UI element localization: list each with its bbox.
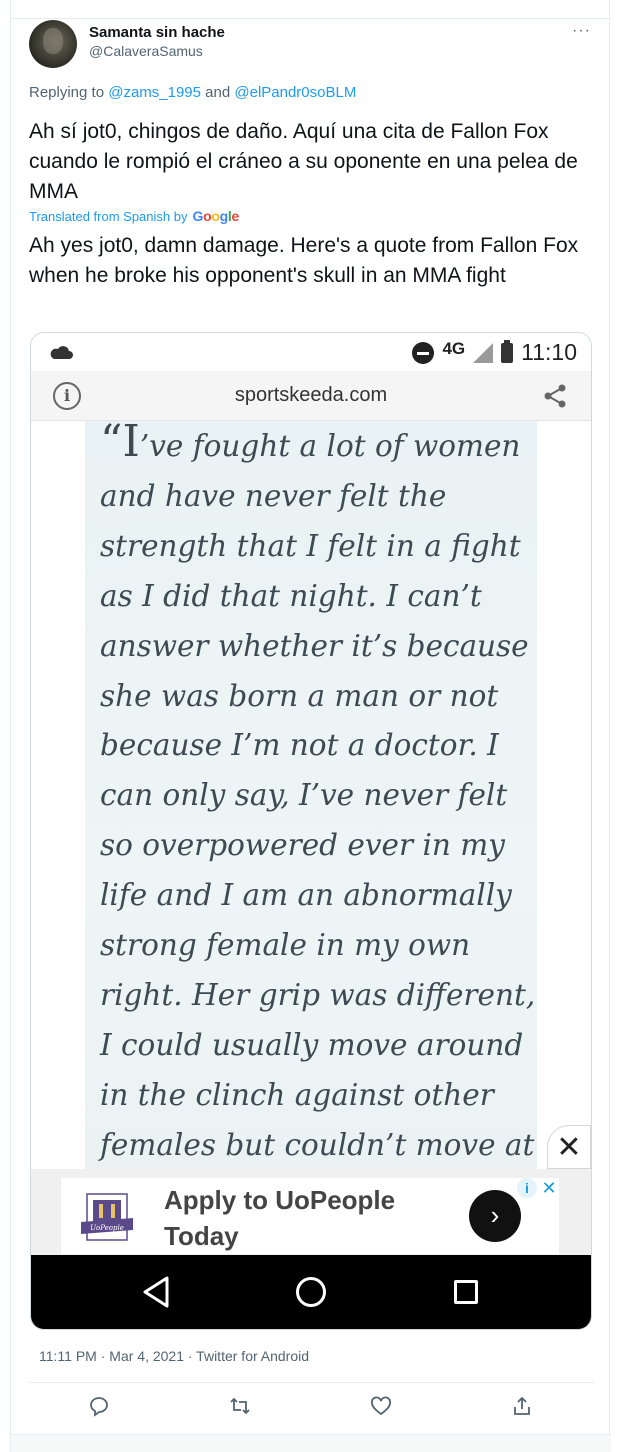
- close-ad-icon: ✕: [547, 1125, 591, 1169]
- phone-status-bar: 4G 11:10: [31, 333, 591, 371]
- ad-card: UoPeople Apply to UoPeople Today › i ✕: [61, 1178, 559, 1254]
- retweet-icon[interactable]: [228, 1394, 252, 1418]
- battery-icon: [501, 339, 514, 363]
- more-options-icon[interactable]: ···: [572, 22, 591, 40]
- network-type: 4G: [442, 338, 466, 358]
- phone-clock: 11:10: [521, 339, 577, 365]
- tweet-text: Ah sí jot0, chingos de daño. Aquí una ci…: [29, 120, 578, 203]
- next-tweet-edge: [11, 1434, 611, 1452]
- google-logo: Google: [192, 208, 239, 224]
- browser-url-bar: i sportskeeda.com: [31, 371, 591, 421]
- attached-image[interactable]: 4G 11:10 i sportskeeda.com “I’ve fought …: [30, 332, 592, 1330]
- tweet-timestamp[interactable]: 11:11 PM · Mar 4, 2021 · Twitter for And…: [39, 1348, 309, 1364]
- user-handle[interactable]: @CalaveraSamus: [89, 43, 203, 59]
- replying-prefix: Replying to: [29, 84, 105, 101]
- uopeople-logo-icon: UoPeople: [81, 1193, 133, 1241]
- back-icon: [143, 1276, 169, 1308]
- translated-text: Ah yes jot0, damn damage. Here's a quote…: [29, 234, 579, 287]
- tweet-actions: [11, 1394, 611, 1424]
- quote-body: ’ve fought a lot of women and have never…: [100, 429, 536, 1162]
- url-text: sportskeeda.com: [234, 384, 388, 406]
- like-icon[interactable]: [369, 1394, 393, 1418]
- share-tweet-icon[interactable]: [510, 1394, 534, 1418]
- cloud-icon: [50, 346, 73, 359]
- fighter-quote: “I’ve fought a lot of women and have nev…: [100, 417, 540, 1171]
- do-not-disturb-icon: [412, 341, 435, 364]
- home-icon: [296, 1277, 326, 1307]
- avatar[interactable]: [29, 20, 77, 68]
- ad-banner: UoPeople Apply to UoPeople Today › i ✕: [31, 1169, 591, 1255]
- ad-close-icon: ✕: [541, 1178, 557, 1198]
- replying-to: Replying to @zams_1995 and @elPandr0soBL…: [29, 84, 356, 101]
- uopeople-logo-text: UoPeople: [90, 1224, 124, 1232]
- reply-mention-link[interactable]: @elPandr0soBLM: [234, 84, 356, 101]
- signal-icon: [473, 342, 494, 363]
- divider: [11, 18, 611, 19]
- translation-attribution[interactable]: Translated from Spanish by Google: [29, 208, 239, 224]
- ad-headline: Apply to UoPeople Today: [164, 1185, 396, 1251]
- reply-mention-link[interactable]: @zams_1995: [108, 84, 201, 101]
- divider: [29, 1382, 594, 1383]
- ad-info-icon: i: [517, 1178, 537, 1198]
- ad-choices: i ✕: [517, 1178, 559, 1198]
- reply-icon[interactable]: [87, 1394, 111, 1418]
- replying-and: and: [205, 84, 231, 101]
- translated-label: Translated from Spanish by: [29, 208, 188, 224]
- ad-arrow-icon: ›: [469, 1190, 521, 1242]
- android-nav-bar: [31, 1255, 591, 1329]
- recent-apps-icon: [454, 1280, 478, 1304]
- share-icon: [544, 384, 566, 408]
- display-name[interactable]: Samanta sin hache: [89, 24, 225, 41]
- quote-opening: “I: [100, 416, 140, 467]
- tweet-card: Samanta sin hache @CalaveraSamus ··· Rep…: [10, 0, 611, 1452]
